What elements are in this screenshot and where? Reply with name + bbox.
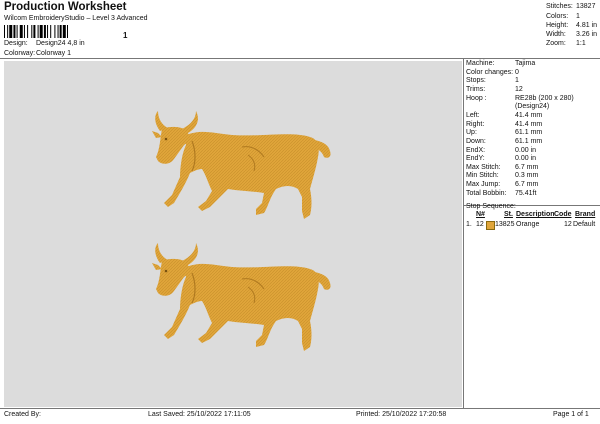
row-description: Orange <box>516 221 540 228</box>
machine-info-label: Max Stitch: <box>466 163 501 171</box>
bull-bottom <box>151 242 332 352</box>
machine-info-value: 1 <box>515 77 519 85</box>
footer-divider <box>0 408 600 409</box>
barcode <box>4 25 68 38</box>
machine-info-value: 61.1 mm <box>515 137 543 145</box>
design-preview[interactable] <box>4 61 462 407</box>
machine-info-label: Max Jump: <box>466 181 501 189</box>
panel-divider <box>463 58 464 408</box>
design-value: Design24 4,8 in <box>36 40 85 47</box>
machine-info-label: Left: <box>466 111 480 119</box>
colors-value: 1 <box>576 13 580 20</box>
software-name: Wilcom EmbroideryStudio – Level 3 Advanc… <box>4 15 148 22</box>
col-st: St. <box>504 211 513 218</box>
machine-info-label: Trims: <box>466 85 486 93</box>
machine-info-value: 6.7 mm <box>515 163 539 171</box>
machine-info-label: EndY: <box>466 155 485 163</box>
colorway-label: Colorway: <box>4 50 36 57</box>
bull-top <box>151 110 332 220</box>
width-value: 3.26 in <box>576 31 598 38</box>
machine-info-label: Min Stitch: <box>466 172 499 180</box>
machine-info-label: Right: <box>466 120 485 128</box>
colors-label: Colors: <box>546 13 569 20</box>
machine-info-label: Hoop : <box>466 94 487 102</box>
thread-color-swatch <box>486 221 495 230</box>
height-label: Height: <box>546 22 569 29</box>
printed-date: Printed: 25/10/2022 17:20:58 <box>356 411 447 418</box>
barcode-number: 1 <box>123 31 128 40</box>
machine-info-label: Down: <box>466 137 486 145</box>
row-stitches: 13825 <box>495 221 515 228</box>
row-brand: Default <box>573 221 596 228</box>
machine-info-value: 41.4 mm <box>515 120 543 128</box>
row-code: 12 <box>564 221 572 228</box>
machine-info-value: 61.1 mm <box>515 129 543 137</box>
created-by: Created By: <box>4 411 41 418</box>
page-number: Page 1 of 1 <box>553 411 589 418</box>
col-code: Code <box>554 211 572 218</box>
last-saved: Last Saved: 25/10/2022 17:11:05 <box>148 411 251 418</box>
machine-info-value: 6.7 mm <box>515 181 539 189</box>
height-value: 4.81 in <box>576 22 598 29</box>
zoom-label: Zoom: <box>546 40 566 47</box>
row-n: 12 <box>476 221 484 228</box>
stitches-value: 13827 <box>576 3 596 10</box>
page-title: Production Worksheet <box>4 1 127 13</box>
machine-info-value: (Design24) <box>515 103 550 111</box>
col-description: Description <box>516 211 555 218</box>
machine-info-value: 41.4 mm <box>515 111 543 119</box>
machine-info-label: Machine: <box>466 60 495 67</box>
stop-sequence-title: Stop Sequence: <box>466 203 516 210</box>
col-n: N# <box>476 211 485 218</box>
row-index: 1. <box>466 221 472 228</box>
colorway-value: Colorway 1 <box>36 50 72 57</box>
machine-info-value: 0 <box>515 68 519 76</box>
machine-info-label: Up: <box>466 129 477 137</box>
machine-info-value: 0.00 in <box>515 155 537 163</box>
zoom-value: 1:1 <box>576 40 586 47</box>
machine-info-label: Total Bobbin: <box>466 189 507 197</box>
col-brand: Brand <box>575 211 596 218</box>
design-label: Design: <box>4 40 28 47</box>
stitches-label: Stitches: <box>546 3 573 10</box>
machine-info-value: 12 <box>515 85 523 93</box>
embroidery-design <box>151 110 332 352</box>
machine-info-value: Tajima <box>515 60 536 67</box>
machine-info-label: Stops: <box>466 77 486 85</box>
header-divider <box>0 58 600 59</box>
machine-info-label: Color changes: <box>466 68 514 76</box>
machine-info-value: 0.3 mm <box>515 172 539 180</box>
machine-info-value: 0.00 in <box>515 146 537 154</box>
machine-info-value: 75.41ft <box>515 189 537 197</box>
width-label: Width: <box>546 31 566 38</box>
machine-info-label: EndX: <box>466 146 486 154</box>
machine-info-value: RE28b (200 x 280) <box>515 94 574 102</box>
